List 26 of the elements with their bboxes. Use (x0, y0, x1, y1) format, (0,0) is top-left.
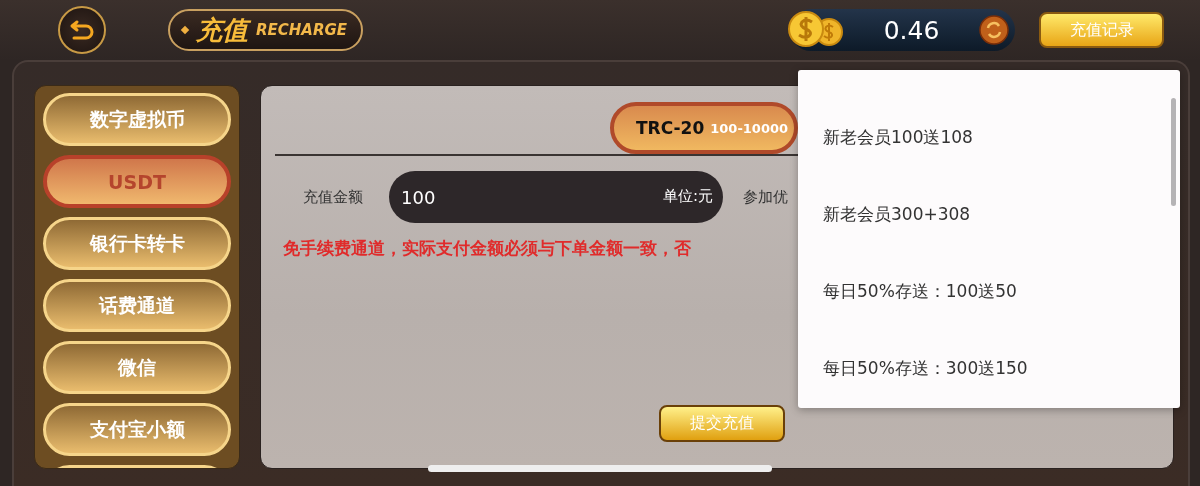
sidebar-item[interactable]: 微信 (43, 341, 231, 394)
dropdown-option[interactable]: 每日50%存送：300送150 (798, 330, 1180, 407)
dropdown-option[interactable]: 新老会员300+308 (798, 176, 1180, 253)
amount-label: 充值金额 (303, 187, 364, 207)
back-button[interactable] (58, 6, 106, 54)
channel-range: 100-10000 (710, 120, 789, 136)
refresh-button[interactable] (979, 15, 1009, 45)
scrollbar[interactable] (1171, 98, 1176, 206)
dropdown-option[interactable]: 每日50%存送：100送50 (798, 253, 1180, 330)
dropdown-option[interactable]: 新老会员100送108 (798, 99, 1180, 176)
notice-text: 免手续费通道，实际支付金额必须与下单金额一致，否 (282, 237, 692, 260)
unit-label: 单位:元 (662, 187, 713, 206)
sidebar-item[interactable]: 银行卡转卡 (43, 217, 231, 270)
promo-label: 参加优 (743, 187, 788, 207)
balance-amount: 0.46 (882, 15, 941, 45)
sidebar-item[interactable]: 话费通道 (43, 279, 231, 332)
channel-tab[interactable]: TRC-20 100-10000 (610, 102, 798, 154)
recharge-record-button[interactable]: 充值记录 (1039, 12, 1164, 48)
channel-name: TRC-20 (636, 118, 705, 138)
sidebar-item[interactable]: 数字虚拟币 (43, 93, 231, 146)
refresh-icon (979, 15, 1009, 45)
sidebar-item[interactable]: 支付宝小额 (43, 403, 231, 456)
page-title-english: RECHARGE (256, 21, 348, 39)
sidebar-item[interactable]: USDT (43, 155, 231, 208)
submit-button[interactable]: 提交充值 (659, 405, 785, 442)
back-arrow-icon (69, 19, 95, 41)
